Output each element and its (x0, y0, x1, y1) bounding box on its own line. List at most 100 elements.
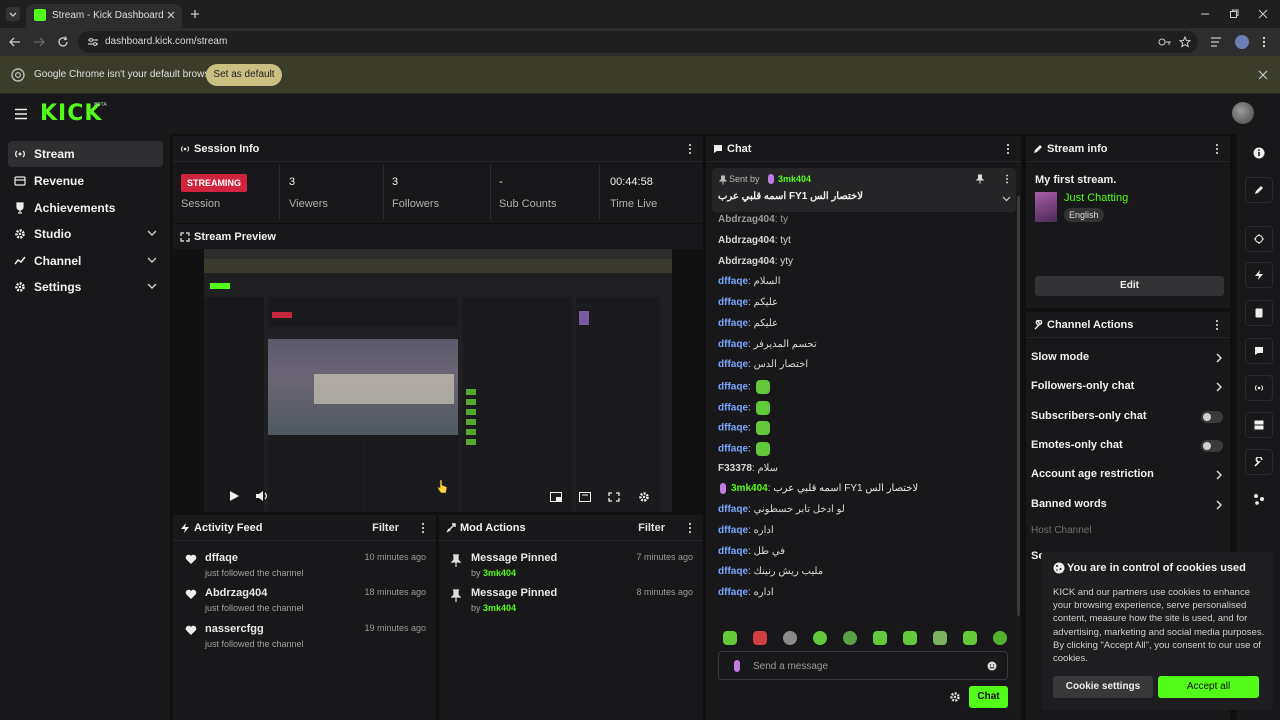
password-key-icon[interactable] (1158, 37, 1172, 47)
hamburger-menu-icon[interactable] (14, 108, 28, 120)
more-vertical-icon[interactable] (685, 143, 695, 155)
filter-button[interactable]: Filter (372, 522, 399, 534)
rail-tools-button[interactable] (1245, 449, 1273, 475)
emote-icon[interactable] (753, 631, 767, 645)
info-icon[interactable] (1253, 147, 1265, 159)
theater-mode-icon[interactable] (579, 492, 591, 502)
set-as-default-button[interactable]: Set as default (206, 64, 282, 86)
chevron-down-icon[interactable] (1002, 196, 1011, 202)
sidebar-item-revenue[interactable]: Revenue (8, 168, 163, 194)
user-avatar[interactable] (1232, 102, 1254, 124)
emote-icon[interactable] (843, 631, 857, 645)
chat-username[interactable]: dffaqe (718, 587, 748, 598)
rail-activity-button[interactable] (1245, 262, 1273, 288)
follower-name[interactable]: nassercfgg (205, 623, 264, 635)
pinned-message[interactable]: Sent by 3mk404 اسمه قلبي عرب FY1 لاختصار… (712, 168, 1016, 212)
rail-notes-button[interactable] (1245, 300, 1273, 326)
fullscreen-icon[interactable] (608, 492, 620, 502)
filter-button[interactable]: Filter (638, 522, 665, 534)
emotes-only-toggle[interactable] (1201, 440, 1223, 452)
edit-stream-info-button[interactable]: Edit (1035, 276, 1224, 296)
back-arrow-icon[interactable] (9, 37, 21, 47)
picture-in-picture-icon[interactable] (550, 492, 562, 502)
sidebar-item-studio[interactable]: Studio (8, 221, 163, 247)
followers-only-row[interactable]: Followers-only chat (1031, 378, 1227, 398)
cookie-settings-button[interactable]: Cookie settings (1053, 676, 1153, 698)
chat-username[interactable]: dffaqe (718, 339, 748, 350)
more-vertical-icon[interactable] (418, 522, 428, 534)
chat-username[interactable]: dffaqe (718, 382, 748, 393)
subscribers-only-toggle[interactable] (1201, 411, 1223, 423)
emote-icon[interactable] (813, 631, 827, 645)
bookmark-star-icon[interactable] (1179, 36, 1191, 48)
slow-mode-row[interactable]: Slow mode (1031, 349, 1227, 369)
chat-username[interactable]: dffaqe (718, 423, 748, 434)
sidebar-item-settings[interactable]: Settings (8, 274, 163, 300)
site-info-icon[interactable] (87, 37, 99, 47)
follower-name[interactable]: Abdrzag404 (205, 587, 267, 599)
emote-icon[interactable] (993, 631, 1007, 645)
pinned-username[interactable]: 3mk404 (778, 174, 811, 184)
stream-preview-video[interactable] (173, 249, 703, 512)
banned-words-row[interactable]: Banned words (1031, 496, 1227, 516)
chat-username[interactable]: dffaqe (718, 444, 748, 455)
minimize-icon[interactable] (1200, 9, 1210, 19)
emote-icon[interactable] (783, 631, 797, 645)
category-thumbnail[interactable] (1035, 192, 1057, 222)
profile-avatar[interactable] (1235, 35, 1249, 49)
rail-session-button[interactable] (1245, 375, 1273, 401)
chat-username[interactable]: 3mk404 (731, 484, 768, 495)
chat-username[interactable]: dffaqe (718, 359, 748, 370)
gear-icon[interactable] (638, 491, 650, 503)
emote-icon[interactable] (963, 631, 977, 645)
follower-name[interactable]: dffaqe (205, 552, 238, 564)
volume-icon[interactable] (255, 490, 269, 502)
rail-chat-button[interactable] (1245, 338, 1273, 364)
moderator-name[interactable]: 3mk404 (483, 603, 516, 613)
window-close-icon[interactable] (1258, 9, 1268, 19)
chat-username[interactable]: Abdrzag404 (718, 256, 775, 267)
emote-icon[interactable] (903, 631, 917, 645)
emote-icon[interactable] (723, 631, 737, 645)
rail-mod-button[interactable] (1245, 226, 1273, 252)
account-age-row[interactable]: Account age restriction (1031, 466, 1227, 486)
chat-username[interactable]: dffaqe (718, 566, 748, 577)
apps-icon[interactable] (1253, 493, 1265, 505)
sidebar-item-channel[interactable]: Channel (8, 248, 163, 274)
chat-send-button[interactable]: Chat (969, 686, 1008, 708)
chat-username[interactable]: dffaqe (718, 525, 748, 536)
close-icon[interactable] (1258, 70, 1268, 80)
more-vertical-icon[interactable] (1212, 143, 1222, 155)
emote-icon[interactable] (873, 631, 887, 645)
gear-icon[interactable] (949, 691, 961, 703)
browser-tab[interactable]: Stream - Kick Dashboard (26, 4, 182, 28)
chat-username[interactable]: dffaqe (718, 402, 748, 413)
chat-username[interactable]: dffaqe (718, 318, 748, 329)
accept-all-button[interactable]: Accept all (1158, 676, 1259, 698)
chat-username[interactable]: dffaqe (718, 297, 748, 308)
chat-username[interactable]: F33378 (718, 463, 752, 474)
rail-layout-button[interactable] (1245, 412, 1273, 438)
unpin-icon[interactable] (976, 174, 984, 184)
more-vertical-icon[interactable] (1212, 319, 1222, 331)
more-vertical-icon[interactable] (1262, 36, 1266, 48)
tab-search-button[interactable] (6, 7, 20, 21)
chat-username[interactable]: Abdrzag404 (718, 214, 775, 225)
chat-username[interactable]: dffaqe (718, 546, 748, 557)
new-tab-icon[interactable] (190, 9, 200, 19)
emote-icon[interactable] (933, 631, 947, 645)
reload-icon[interactable] (57, 36, 69, 48)
emoji-smile-icon[interactable] (987, 661, 997, 671)
more-vertical-icon[interactable] (1005, 174, 1009, 184)
chat-username[interactable]: dffaqe (718, 276, 748, 287)
chat-username[interactable]: Abdrzag404 (718, 235, 775, 246)
more-vertical-icon[interactable] (1003, 143, 1013, 155)
chat-input[interactable]: Send a message (718, 651, 1008, 680)
restore-icon[interactable] (1229, 9, 1239, 19)
sidebar-item-stream[interactable]: Stream (8, 141, 163, 167)
sidebar-item-achievements[interactable]: Achievements (8, 195, 163, 221)
chat-scrollbar[interactable] (1017, 196, 1020, 616)
close-icon[interactable] (166, 10, 176, 20)
play-icon[interactable] (228, 490, 240, 502)
url-field[interactable]: dashboard.kick.com/stream (78, 31, 1198, 53)
